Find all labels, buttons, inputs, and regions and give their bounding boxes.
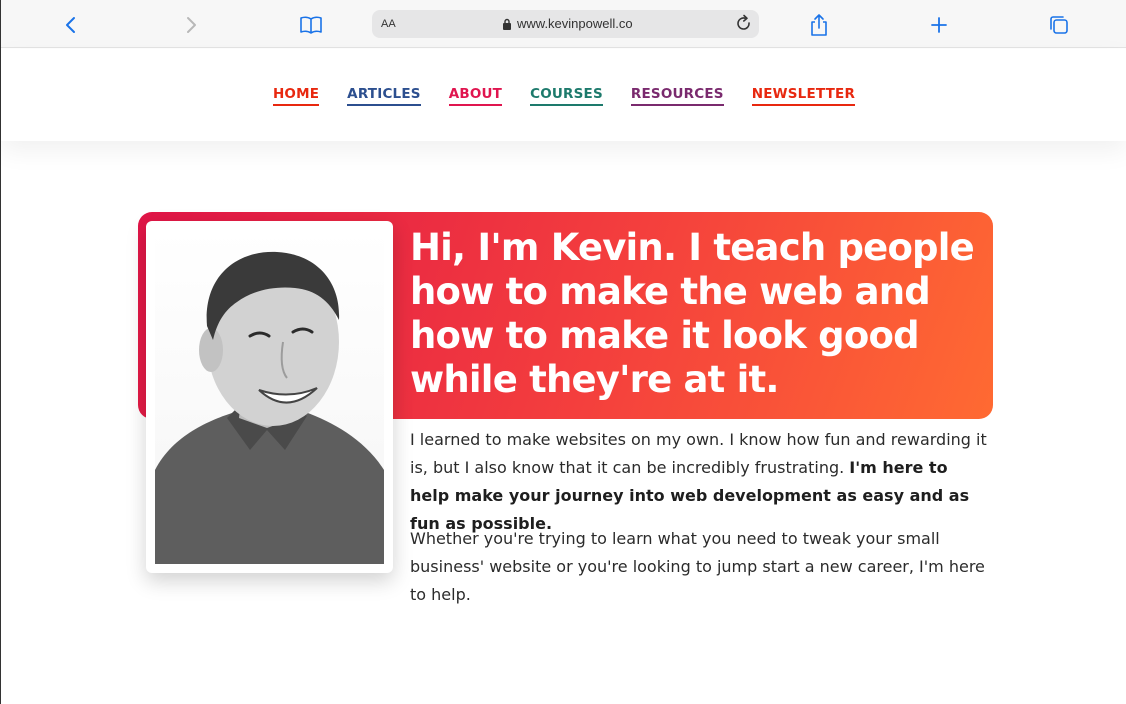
- forward-button[interactable]: [177, 11, 205, 39]
- nav-link-resources[interactable]: RESOURCES: [630, 86, 724, 106]
- chevron-right-icon: [187, 17, 196, 33]
- bookmarks-button[interactable]: [297, 11, 325, 39]
- share-button[interactable]: [805, 11, 833, 39]
- plus-icon: [931, 17, 947, 33]
- book-icon: [300, 16, 322, 34]
- nav-link-about[interactable]: ABOUT: [448, 86, 503, 106]
- tabs-overview-button[interactable]: [1045, 11, 1073, 39]
- hero-headline: Hi, I'm Kevin. I teach people how to mak…: [410, 226, 975, 401]
- nav-link-articles[interactable]: ARTICLES: [347, 86, 421, 106]
- nav-link-courses[interactable]: COURSES: [530, 86, 603, 106]
- url-text: www.kevinpowell.co: [517, 16, 633, 31]
- share-icon: [811, 14, 827, 36]
- second-paragraph: Whether you're trying to learn what you …: [410, 529, 985, 604]
- browser-toolbar: AA www.kevinpowell.co: [1, 0, 1126, 48]
- tabs-icon: [1050, 16, 1068, 34]
- text-size-button[interactable]: AA: [381, 18, 396, 30]
- site-header: HOME ARTICLES ABOUT COURSES RESOURCES NEWSLET…: [1, 49, 1126, 141]
- new-tab-button[interactable]: [925, 11, 953, 39]
- portrait-image: [155, 251, 384, 564]
- profile-photo-card: [146, 221, 393, 573]
- back-button[interactable]: [57, 11, 85, 39]
- reload-icon: [737, 14, 750, 30]
- reload-button[interactable]: [735, 14, 753, 38]
- lock-icon: [503, 18, 511, 30]
- chevron-left-icon: [66, 17, 75, 33]
- address-bar[interactable]: AA www.kevinpowell.co: [372, 10, 759, 38]
- profile-photo: [155, 230, 384, 564]
- intro-paragraph: I learned to make websites on my own. I …: [410, 426, 990, 538]
- nav-link-newsletter[interactable]: NEWSLETTER: [751, 86, 856, 106]
- nav-link-home[interactable]: HOME: [272, 86, 320, 106]
- main-nav: HOME ARTICLES ABOUT COURSES RESOURCES NEWSLET…: [1, 86, 1126, 106]
